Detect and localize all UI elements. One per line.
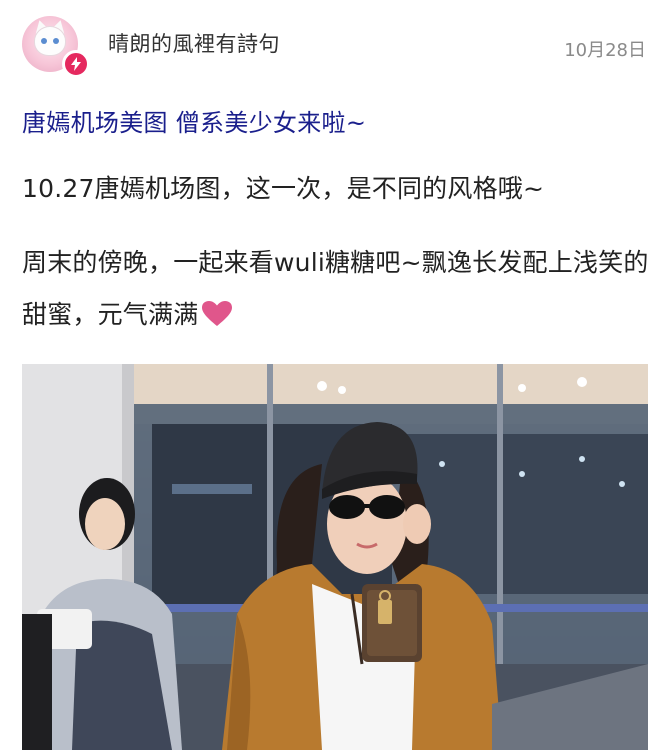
paragraph-2-text: 周末的傍晚，一起来看wuli糖糖吧~飘逸长发配上浅笑的甜蜜，元气满满: [22, 248, 649, 329]
avatar-eye-left: [41, 38, 47, 44]
post-paragraph-2: 周末的傍晚，一起来看wuli糖糖吧~飘逸长发配上浅笑的甜蜜，元气满满: [22, 237, 652, 341]
cat-avatar-icon: [34, 26, 66, 56]
heart-icon: [202, 301, 233, 326]
airport-photo[interactable]: [22, 364, 648, 750]
post-paragraph-1: 10.27唐嫣机场图，这一次，是不同的风格哦~: [22, 163, 652, 215]
post-card: 晴朗的風裡有詩句 10月28日 唐嫣机场美图 僧系美少女来啦~ 10.27唐嫣机…: [0, 0, 668, 750]
avatar-eye-right: [53, 38, 59, 44]
paragraph-1-text: 10.27唐嫣机场图，这一次，是不同的风格哦~: [22, 174, 545, 203]
author-name[interactable]: 晴朗的風裡有詩句: [108, 28, 280, 58]
post-title[interactable]: 唐嫣机场美图 僧系美少女来啦~: [22, 103, 366, 138]
post-header: 晴朗的風裡有詩句 10月28日: [0, 0, 668, 90]
post-date: 10月28日: [564, 40, 646, 61]
lightning-badge-icon: [62, 50, 90, 78]
airport-photo-illustration: [22, 364, 648, 750]
